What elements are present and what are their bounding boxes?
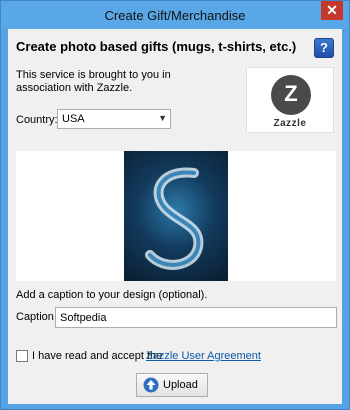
country-value: USA <box>62 113 85 125</box>
zazzle-logo-text: Zazzle <box>273 118 307 129</box>
preview-image <box>124 151 228 281</box>
zazzle-logo-glyph: Z <box>284 81 298 106</box>
country-select[interactable]: USA ▼ <box>57 109 171 129</box>
window-title: Create Gift/Merchandise <box>104 8 246 23</box>
caption-input[interactable] <box>55 307 337 328</box>
chevron-down-icon: ▼ <box>158 113 167 123</box>
page-title: Create photo based gifts (mugs, t-shirts… <box>16 39 297 54</box>
dialog-body: Create photo based gifts (mugs, t-shirts… <box>8 29 342 404</box>
dialog-window: Create Gift/Merchandise ✕ Create photo b… <box>0 0 350 410</box>
title-bar[interactable]: Create Gift/Merchandise ✕ <box>1 1 349 29</box>
upload-arrow-icon <box>143 377 159 393</box>
agreement-checkbox[interactable] <box>16 350 28 362</box>
caption-hint: Add a caption to your design (optional). <box>16 289 208 301</box>
caption-label: Caption <box>16 311 54 323</box>
upload-label: Upload <box>163 379 198 391</box>
close-button[interactable]: ✕ <box>321 1 343 20</box>
preview-art <box>145 167 204 270</box>
zazzle-logo-icon: Z <box>271 75 311 115</box>
image-preview-area <box>16 151 336 281</box>
zazzle-logo: Z Zazzle <box>246 67 334 133</box>
country-label: Country: <box>16 114 58 126</box>
close-icon: ✕ <box>326 2 338 18</box>
intro-text: This service is brought to you in associ… <box>16 69 171 94</box>
agreement-label: I have read and accept the <box>32 350 163 362</box>
upload-button[interactable]: Upload <box>136 373 208 397</box>
help-icon: ? <box>320 40 328 55</box>
help-button[interactable]: ? <box>314 38 334 58</box>
user-agreement-link[interactable]: Zazzle User Agreement <box>146 350 261 362</box>
